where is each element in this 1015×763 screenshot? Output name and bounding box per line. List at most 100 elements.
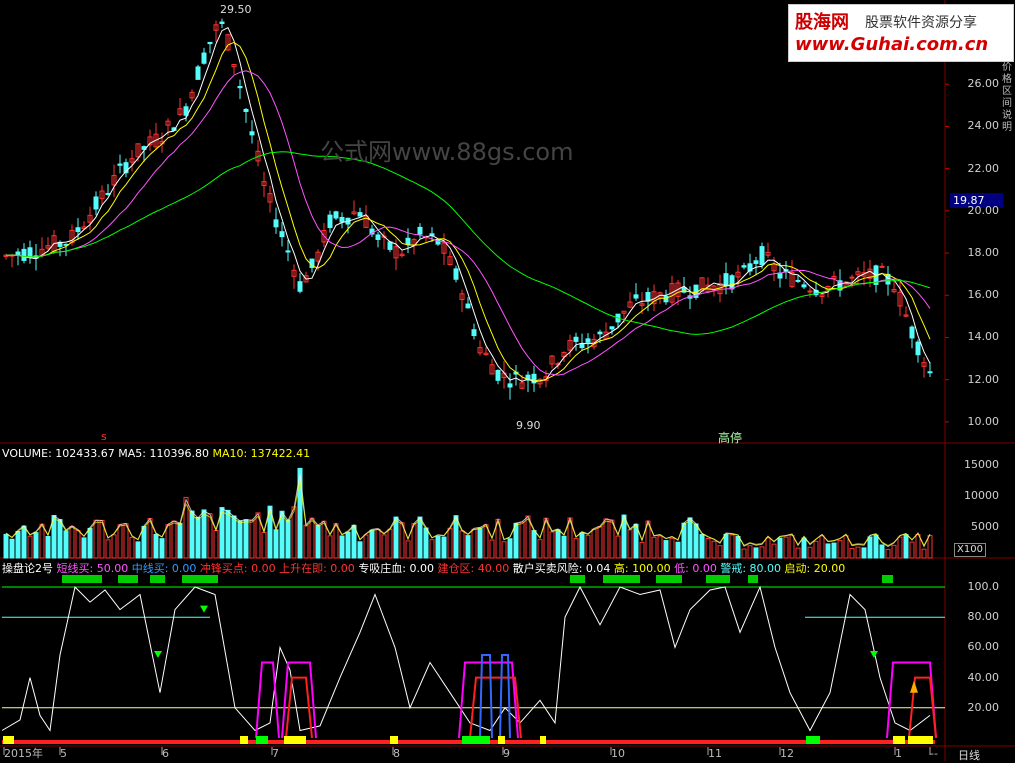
volume-tick: 10000 <box>964 489 999 503</box>
price-tick: 18.00 <box>967 246 1000 260</box>
volume-bar <box>855 546 861 559</box>
volume-unit-label[interactable]: X100 <box>954 543 986 557</box>
indicator-header-item: 操盘论2号 <box>2 562 57 575</box>
volume-bar <box>423 527 429 559</box>
oscillator-line <box>1 585 931 732</box>
kline-chart[interactable] <box>0 0 1015 761</box>
volume-bar <box>591 528 597 559</box>
time-axis-label: 5 <box>60 747 67 760</box>
volume-bar <box>387 528 393 559</box>
volume-bar <box>309 517 315 559</box>
volume-bar <box>375 528 381 559</box>
volume-bar <box>519 521 525 559</box>
volume-bar <box>189 510 195 559</box>
volume-bar <box>705 537 711 559</box>
indicator-header-item: 专吸庄血: 0.00 <box>358 562 438 575</box>
down-arrow-icon <box>870 650 878 658</box>
candle-body <box>579 343 585 349</box>
volume-bar <box>231 515 237 559</box>
candle-body <box>357 212 363 217</box>
price-tick: 24.00 <box>967 119 1000 133</box>
volume-bar <box>897 536 903 559</box>
time-axis-label: 6 <box>162 747 169 760</box>
volume-bar <box>585 534 591 559</box>
volume-bar <box>555 529 561 559</box>
candle-body <box>729 275 735 290</box>
candle-body <box>753 260 759 264</box>
volume-bar <box>915 533 921 559</box>
bottom-signal-block <box>498 736 505 744</box>
volume-bar <box>315 524 321 559</box>
volume-bar <box>813 540 819 559</box>
volume-bar <box>93 519 99 559</box>
ma-line <box>5 27 931 383</box>
volume-bar <box>303 524 309 559</box>
low-price-label: 9.90 <box>516 419 541 432</box>
indicator-header-item: 建仓区: 40.00 <box>437 562 513 575</box>
candle-body <box>375 234 381 240</box>
candle-body <box>609 326 615 330</box>
bottom-signal-block <box>540 736 546 744</box>
indicator-tick: 20.00 <box>967 700 1000 714</box>
indicator-header-item: 中线买: 0.00 <box>131 562 200 575</box>
candle-body <box>795 279 801 282</box>
volume-bar <box>561 535 567 559</box>
candle-body <box>471 329 477 337</box>
volume-bar <box>237 520 243 559</box>
down-arrow-icon <box>200 605 208 613</box>
bottom-signal-block <box>256 736 268 744</box>
banner-url[interactable]: www.Guhai.com.cn <box>795 34 988 55</box>
banner-brand: 股海网 <box>795 12 849 33</box>
volume-header-item: MA5: 110396.80 <box>118 447 213 460</box>
price-tick: 12.00 <box>967 372 1000 386</box>
candle-body <box>327 214 333 228</box>
indicator-header: 操盘论2号 短线买: 50.00 中线买: 0.00 冲锋买点: 0.00 上升… <box>2 562 845 575</box>
candle-body <box>465 303 471 309</box>
volume-bar <box>381 534 387 559</box>
volume-bar <box>27 535 33 559</box>
time-axis-label: 9 <box>503 747 510 760</box>
volume-bar <box>549 531 555 559</box>
short-buy-pulse <box>886 661 937 739</box>
volume-bar <box>507 538 513 559</box>
candle-body <box>183 106 189 116</box>
volume-bar <box>111 534 117 559</box>
candle-body <box>585 338 591 343</box>
bottom-signal-block <box>240 736 248 744</box>
up-arrow-icon <box>910 680 918 693</box>
candle-body <box>243 108 249 112</box>
volume-bar <box>909 541 915 559</box>
volume-bar <box>657 535 663 559</box>
volume-bar <box>783 536 789 559</box>
volume-header: VOLUME: 102433.67 MA5: 110396.80 MA10: 1… <box>2 447 310 460</box>
ma-line <box>5 70 931 376</box>
short-buy-pulse <box>255 661 280 739</box>
site-banner[interactable]: 股海网 股票软件资源分享 www.Guhai.com.cn <box>788 4 1014 62</box>
volume-bar <box>9 538 15 559</box>
candle-body <box>117 163 123 166</box>
high-price-label: 29.50 <box>220 3 252 16</box>
down-arrow-icon <box>154 650 162 658</box>
time-axis-label: 8 <box>393 747 400 760</box>
candle-body <box>417 226 423 235</box>
volume-bar <box>477 527 483 559</box>
volume-bar <box>153 533 159 559</box>
candle-body <box>339 216 345 223</box>
candle-body <box>273 219 279 228</box>
volume-bar <box>405 540 411 559</box>
time-axis-label: -- <box>930 747 938 760</box>
volume-bar <box>879 544 885 559</box>
signal-block <box>748 575 758 583</box>
time-axis-label: 10 <box>611 747 625 760</box>
volume-bar <box>723 533 729 559</box>
signal-block <box>603 575 640 583</box>
volume-bar <box>105 539 111 559</box>
volume-bar <box>285 519 291 559</box>
signal-block <box>570 575 585 583</box>
candle-body <box>645 292 651 302</box>
volume-bar <box>651 536 657 559</box>
volume-bar <box>729 534 735 559</box>
volume-bar <box>63 530 69 559</box>
candle-body <box>93 196 99 210</box>
volume-bar <box>831 542 837 559</box>
